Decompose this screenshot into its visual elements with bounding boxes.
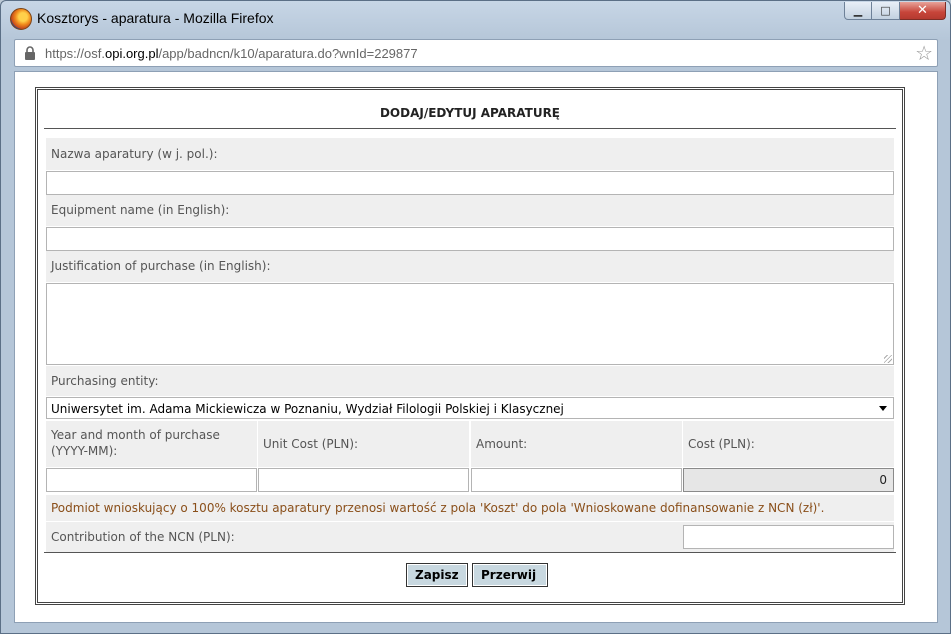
window-controls: ▁ □ ✕ bbox=[844, 2, 946, 20]
cost-readonly-field: 0 bbox=[683, 468, 894, 492]
firefox-logo-icon bbox=[10, 8, 32, 30]
page-content: DODAJ/EDYTUJ APARATURĘ Nazwa aparatury (… bbox=[14, 71, 938, 623]
justification-textarea[interactable] bbox=[46, 283, 894, 365]
url-domain: opi.org.pl bbox=[104, 46, 159, 61]
name-pl-input[interactable] bbox=[46, 171, 894, 195]
cancel-button[interactable]: Przerwij bbox=[472, 563, 548, 587]
contribution-label: Contribution of the NCN (PLN): bbox=[46, 522, 682, 552]
justification-label: Justification of purchase (in English): bbox=[46, 251, 894, 282]
name-pl-label: Nazwa aparatury (w j. pol.): bbox=[46, 138, 894, 170]
amount-label: Amount: bbox=[471, 421, 682, 467]
close-button[interactable]: ✕ bbox=[900, 2, 946, 20]
entity-selected-value: Uniwersytet im. Adama Mickiewicza w Pozn… bbox=[51, 402, 564, 416]
browser-window: Kosztorys - aparatura - Mozilla Firefox … bbox=[0, 0, 951, 634]
url-text: https://osf.opi.org.pl/app/badncn/k10/ap… bbox=[45, 46, 418, 61]
entity-select[interactable]: Uniwersytet im. Adama Mickiewicza w Pozn… bbox=[46, 397, 894, 419]
maximize-button[interactable]: □ bbox=[872, 2, 900, 20]
cost-label: Cost (PLN): bbox=[683, 421, 894, 467]
button-bar: Zapisz Przerwij bbox=[44, 552, 896, 599]
amount-input[interactable] bbox=[471, 468, 682, 492]
save-button[interactable]: Zapisz bbox=[406, 563, 468, 587]
dialog-title: DODAJ/EDYTUJ APARATURĘ bbox=[44, 98, 896, 129]
url-path: /app/badncn/k10/aparatura.do?wnId=229877 bbox=[158, 46, 418, 61]
name-en-label: Equipment name (in English): bbox=[46, 195, 894, 226]
year-label: Year and month of purchase (YYYY-MM): bbox=[46, 421, 257, 467]
year-input[interactable] bbox=[46, 468, 257, 492]
transfer-note: Podmiot wnioskujący o 100% kosztu aparat… bbox=[46, 495, 894, 521]
minimize-button[interactable]: ▁ bbox=[844, 2, 872, 20]
equipment-dialog: DODAJ/EDYTUJ APARATURĘ Nazwa aparatury (… bbox=[35, 87, 905, 605]
resize-grip-icon[interactable] bbox=[884, 355, 892, 363]
entity-label: Purchasing entity: bbox=[46, 366, 894, 396]
title-bar: Kosztorys - aparatura - Mozilla Firefox … bbox=[1, 1, 950, 37]
name-en-input[interactable] bbox=[46, 227, 894, 251]
chevron-down-icon bbox=[879, 406, 887, 411]
unit-cost-input[interactable] bbox=[258, 468, 469, 492]
address-bar[interactable]: https://osf.opi.org.pl/app/badncn/k10/ap… bbox=[14, 39, 938, 67]
url-prefix: https://osf. bbox=[45, 46, 105, 61]
lock-icon bbox=[25, 46, 35, 60]
window-title: Kosztorys - aparatura - Mozilla Firefox bbox=[37, 10, 274, 26]
unit-cost-label: Unit Cost (PLN): bbox=[258, 421, 469, 467]
contribution-input[interactable] bbox=[683, 525, 894, 549]
bookmark-star-icon[interactable]: ☆ bbox=[915, 42, 933, 64]
